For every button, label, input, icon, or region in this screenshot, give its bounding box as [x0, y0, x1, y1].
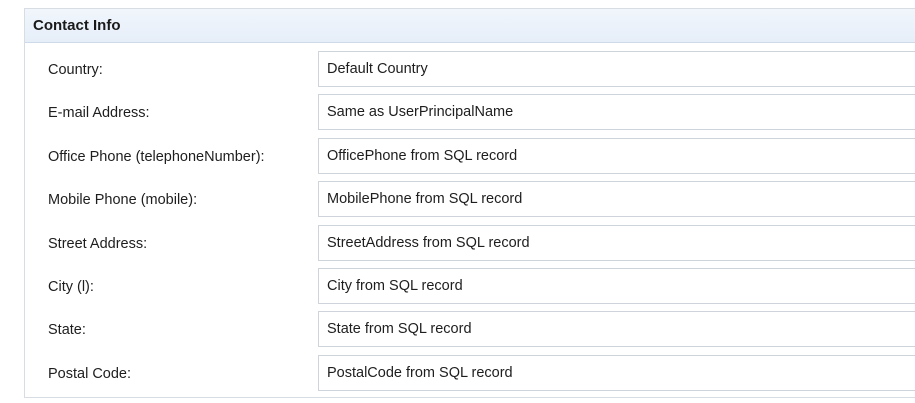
mobile-phone-row: Mobile Phone (mobile):: [25, 181, 915, 219]
email-field[interactable]: [318, 94, 915, 130]
mobile-phone-field[interactable]: [318, 181, 915, 217]
postal-code-label: Postal Code:: [48, 366, 132, 382]
postal-code-field[interactable]: [318, 355, 915, 391]
postal-code-row: Postal Code:: [25, 355, 915, 393]
street-address-label: Street Address:: [48, 236, 148, 252]
street-address-row: Street Address:: [25, 225, 915, 263]
country-label: Country:: [48, 62, 103, 78]
email-label: E-mail Address:: [48, 105, 150, 121]
mobile-phone-label: Mobile Phone (mobile):: [48, 192, 198, 208]
state-label: State:: [48, 322, 86, 338]
city-row: City (l):: [25, 268, 915, 306]
city-label: City (l):: [48, 279, 94, 295]
contact-info-panel: Contact Info Country: E-mail Address: Of…: [24, 8, 915, 398]
office-phone-label: Office Phone (telephoneNumber):: [48, 149, 265, 165]
state-field[interactable]: [318, 311, 915, 347]
email-row: E-mail Address:: [25, 94, 915, 132]
country-field[interactable]: [318, 51, 915, 87]
state-row: State:: [25, 311, 915, 349]
office-phone-row: Office Phone (telephoneNumber):: [25, 138, 915, 176]
office-phone-field[interactable]: [318, 138, 915, 174]
city-field[interactable]: [318, 268, 915, 304]
section-header: Contact Info: [25, 9, 915, 43]
country-row: Country:: [25, 51, 915, 89]
street-address-field[interactable]: [318, 225, 915, 261]
